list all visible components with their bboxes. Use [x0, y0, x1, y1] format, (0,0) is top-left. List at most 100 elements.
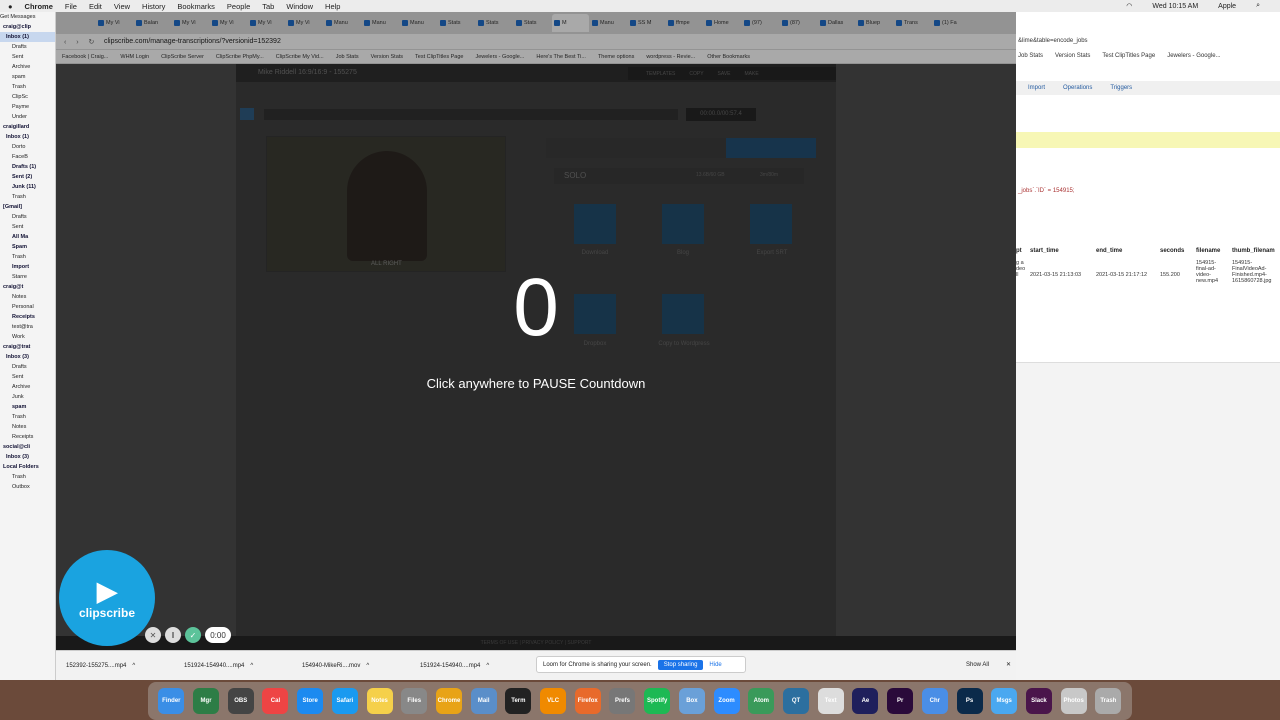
hide-button[interactable]: Hide	[709, 662, 721, 668]
mail-folder[interactable]: Inbox (1)	[0, 132, 55, 142]
dock-app-icon[interactable]: Prefs	[609, 688, 636, 714]
col-filename[interactable]: filename	[1196, 248, 1232, 254]
wifi-icon[interactable]: ◠	[1126, 2, 1132, 10]
menu-view[interactable]: View	[114, 2, 130, 11]
stop-sharing-button[interactable]: Stop sharing	[657, 659, 704, 670]
mail-folder[interactable]: FaceB	[0, 152, 55, 162]
mail-folder[interactable]: Drafts (1)	[0, 162, 55, 172]
dock-app-icon[interactable]: Atom	[748, 688, 775, 714]
mail-folder[interactable]: Under	[0, 112, 55, 122]
dock-app-icon[interactable]: Pr	[887, 688, 914, 714]
dock-app-icon[interactable]: Finder	[158, 688, 185, 714]
menu-edit[interactable]: Edit	[89, 2, 102, 11]
mail-folder[interactable]: Personal	[0, 302, 55, 312]
col-pt[interactable]: pt	[1016, 248, 1030, 254]
right-bookmark-1[interactable]: Job Stats	[1018, 53, 1043, 59]
mail-folder[interactable]: Drafts	[0, 362, 55, 372]
mail-folder[interactable]: Starre	[0, 272, 55, 282]
menu-file[interactable]: File	[65, 2, 77, 11]
mail-folder[interactable]: Notes	[0, 292, 55, 302]
mail-folder[interactable]: Sent (2)	[0, 172, 55, 182]
col-seconds[interactable]: seconds	[1160, 248, 1196, 254]
dock-app-icon[interactable]: Mail	[470, 688, 497, 714]
mail-folder[interactable]: Dorto	[0, 142, 55, 152]
mail-folder[interactable]: craig@clip	[0, 22, 55, 32]
mail-folder[interactable]: Junk	[0, 392, 55, 402]
countdown-number[interactable]: 0	[56, 258, 1016, 358]
dock-app-icon[interactable]: QT	[783, 688, 809, 714]
menu-bookmarks[interactable]: Bookmarks	[177, 2, 215, 11]
mail-folder[interactable]: Work	[0, 332, 55, 342]
right-bookmark-2[interactable]: Version Stats	[1055, 53, 1090, 59]
mail-folder[interactable]: Inbox (3)	[0, 352, 55, 362]
mail-folder[interactable]: Receipts	[0, 432, 55, 442]
mail-folder[interactable]: Junk (11)	[0, 182, 55, 192]
menu-history[interactable]: History	[142, 2, 165, 11]
user-name[interactable]: Apple	[1218, 3, 1236, 10]
tab-import[interactable]: Import	[1028, 85, 1045, 91]
col-thumb[interactable]: thumb_filenam	[1232, 248, 1278, 254]
right-url[interactable]: &lime&table=encode_jobs	[1018, 38, 1088, 44]
mail-folder[interactable]: Drafts	[0, 212, 55, 222]
mail-folder[interactable]: Inbox (3)	[0, 452, 55, 462]
check-icon[interactable]: ✓	[185, 627, 201, 643]
dock-app-icon[interactable]: Mgr	[193, 688, 220, 714]
mail-folder[interactable]: spam	[0, 402, 55, 412]
mail-folder[interactable]: social@cli	[0, 442, 55, 452]
download-item-3[interactable]: 154940-MikeRi....mov ^	[292, 663, 410, 669]
tab-triggers[interactable]: Triggers	[1110, 85, 1132, 91]
menu-chrome[interactable]: Chrome	[25, 2, 53, 11]
apple-icon[interactable]: ●	[8, 2, 13, 11]
mail-folder[interactable]: Drafts	[0, 42, 55, 52]
right-bookmark-4[interactable]: Jewelers - Google...	[1167, 53, 1220, 59]
col-start-time[interactable]: start_time	[1030, 248, 1096, 254]
search-icon[interactable]: ⌕	[1256, 2, 1260, 10]
mail-folder[interactable]: Inbox (1)	[0, 32, 55, 42]
show-all-button[interactable]: Show All	[966, 662, 989, 668]
dock-app-icon[interactable]: Notes	[366, 688, 393, 714]
dock-app-icon[interactable]: OBS	[227, 688, 254, 714]
pause-icon[interactable]: ‖	[165, 627, 181, 643]
menu-help[interactable]: Help	[325, 2, 340, 11]
menu-window[interactable]: Window	[286, 2, 313, 11]
download-item-1[interactable]: 152392-155275....mp4 ^	[56, 663, 174, 669]
mail-folder[interactable]: Archive	[0, 382, 55, 392]
mail-folder[interactable]: Sent	[0, 52, 55, 62]
recorder-logo[interactable]: ▶ clipscribe	[59, 550, 155, 646]
dock-app-icon[interactable]: Ae	[852, 688, 879, 714]
dock-app-icon[interactable]: Zoom	[713, 688, 740, 714]
tab-operations[interactable]: Operations	[1063, 85, 1092, 91]
dock-app-icon[interactable]: Chr	[921, 688, 948, 714]
menu-people[interactable]: People	[227, 2, 250, 11]
get-messages-button[interactable]: Get Messages	[0, 12, 55, 22]
mail-folder[interactable]: Trash	[0, 252, 55, 262]
mail-folder[interactable]: Payme	[0, 102, 55, 112]
clock[interactable]: Wed 10:15 AM	[1152, 3, 1198, 10]
col-end-time[interactable]: end_time	[1096, 248, 1160, 254]
mail-folder[interactable]: Notes	[0, 422, 55, 432]
mail-folder[interactable]: craigillard	[0, 122, 55, 132]
dock-app-icon[interactable]: Store	[297, 688, 324, 714]
mail-folder[interactable]: Trash	[0, 472, 55, 482]
dock-app-icon[interactable]: Term	[505, 688, 532, 714]
dock-app-icon[interactable]: Box	[678, 688, 705, 714]
dock-app-icon[interactable]: Firefox	[574, 688, 601, 714]
mail-folder[interactable]: Receipts	[0, 312, 55, 322]
download-item-4[interactable]: 151924-154940....mp4 ^	[410, 663, 528, 669]
mail-folder[interactable]: Import	[0, 262, 55, 272]
menu-tab[interactable]: Tab	[262, 2, 274, 11]
mail-folder[interactable]: Trash	[0, 82, 55, 92]
mail-folder[interactable]: ClipSc	[0, 92, 55, 102]
dock-app-icon[interactable]: Ps	[956, 688, 983, 714]
mail-folder[interactable]: Archive	[0, 62, 55, 72]
dock-app-icon[interactable]: Chrome	[435, 688, 462, 714]
mail-folder[interactable]: craig@t	[0, 282, 55, 292]
mail-folder[interactable]: Spam	[0, 242, 55, 252]
dock-app-icon[interactable]: Cal	[262, 688, 289, 714]
mail-folder[interactable]: Outbox	[0, 482, 55, 492]
dock-app-icon[interactable]: Text	[817, 688, 844, 714]
mail-folder[interactable]: Sent	[0, 372, 55, 382]
dock-app-icon[interactable]: VLC	[540, 688, 567, 714]
mail-folder[interactable]: spam	[0, 72, 55, 82]
dock-app-icon[interactable]: Spotify	[644, 688, 671, 714]
